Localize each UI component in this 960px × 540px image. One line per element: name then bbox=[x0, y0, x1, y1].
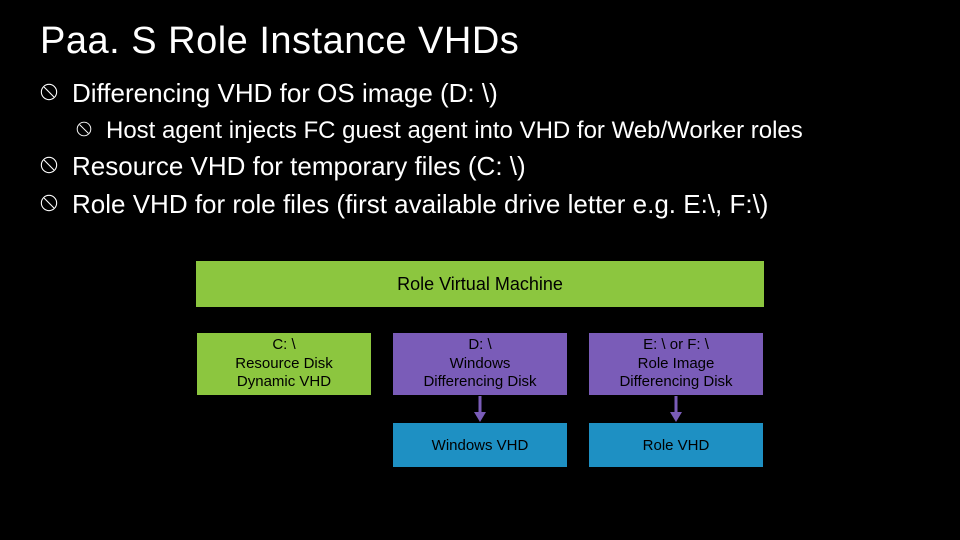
windows-vhd-box: Windows VHD bbox=[392, 422, 568, 468]
page-title: Paa. S Role Instance VHDs bbox=[40, 20, 930, 63]
disk-e-box: E: \ or F: \ Role Image Differencing Dis… bbox=[588, 332, 764, 396]
bullet-sub-item: Host agent injects FC guest agent into V… bbox=[76, 115, 930, 146]
bullet-list: Differencing VHD for OS image (D: \) Hos… bbox=[40, 77, 930, 222]
vm-label: Role Virtual Machine bbox=[397, 274, 563, 295]
vhd-row: Windows VHD Role VHD bbox=[196, 422, 764, 468]
bullet-item: Role VHD for role files (first available… bbox=[40, 188, 930, 222]
bullet-icon bbox=[40, 156, 58, 179]
bullet-item: Resource VHD for temporary files (C: \) bbox=[40, 150, 930, 184]
disk-e-line2: Role Image bbox=[638, 355, 715, 374]
bullet-item: Differencing VHD for OS image (D: \) bbox=[40, 77, 930, 111]
arrow-spacer bbox=[196, 396, 372, 422]
vm-box: Role Virtual Machine bbox=[195, 260, 765, 308]
bullet-text: Resource VHD for temporary files (C: \) bbox=[72, 150, 526, 184]
disk-c-box: C: \ Resource Disk Dynamic VHD bbox=[196, 332, 372, 396]
bullet-text: Differencing VHD for OS image (D: \) bbox=[72, 77, 498, 111]
bullet-text: Role VHD for role files (first available… bbox=[72, 188, 768, 222]
bullet-icon bbox=[40, 194, 58, 217]
vhd-spacer bbox=[196, 422, 372, 468]
disk-d-line1: D: \ bbox=[468, 336, 491, 355]
arrow-down-icon bbox=[669, 396, 683, 422]
arrow-d bbox=[392, 396, 568, 422]
arrow-e bbox=[588, 396, 764, 422]
role-vhd-box: Role VHD bbox=[588, 422, 764, 468]
role-vhd-label: Role VHD bbox=[643, 437, 710, 454]
disk-e-line3: Differencing Disk bbox=[619, 373, 732, 392]
disk-d-line3: Differencing Disk bbox=[423, 373, 536, 392]
bullet-icon bbox=[40, 83, 58, 106]
disk-e-line1: E: \ or F: \ bbox=[643, 336, 709, 355]
disk-d-line2: Windows bbox=[450, 355, 511, 374]
disk-d-box: D: \ Windows Differencing Disk bbox=[392, 332, 568, 396]
arrow-down-icon bbox=[473, 396, 487, 422]
disk-row: C: \ Resource Disk Dynamic VHD D: \ Wind… bbox=[196, 332, 764, 396]
arrow-row bbox=[196, 396, 764, 422]
bullet-icon bbox=[76, 121, 92, 142]
bullet-text: Host agent injects FC guest agent into V… bbox=[106, 115, 803, 146]
windows-vhd-label: Windows VHD bbox=[432, 437, 529, 454]
vhd-diagram: Role Virtual Machine C: \ Resource Disk … bbox=[0, 260, 960, 468]
slide: Paa. S Role Instance VHDs Differencing V… bbox=[0, 0, 960, 540]
disk-c-line1: C: \ bbox=[272, 336, 295, 355]
disk-c-line2: Resource Disk bbox=[235, 355, 333, 374]
disk-c-line3: Dynamic VHD bbox=[237, 373, 331, 392]
